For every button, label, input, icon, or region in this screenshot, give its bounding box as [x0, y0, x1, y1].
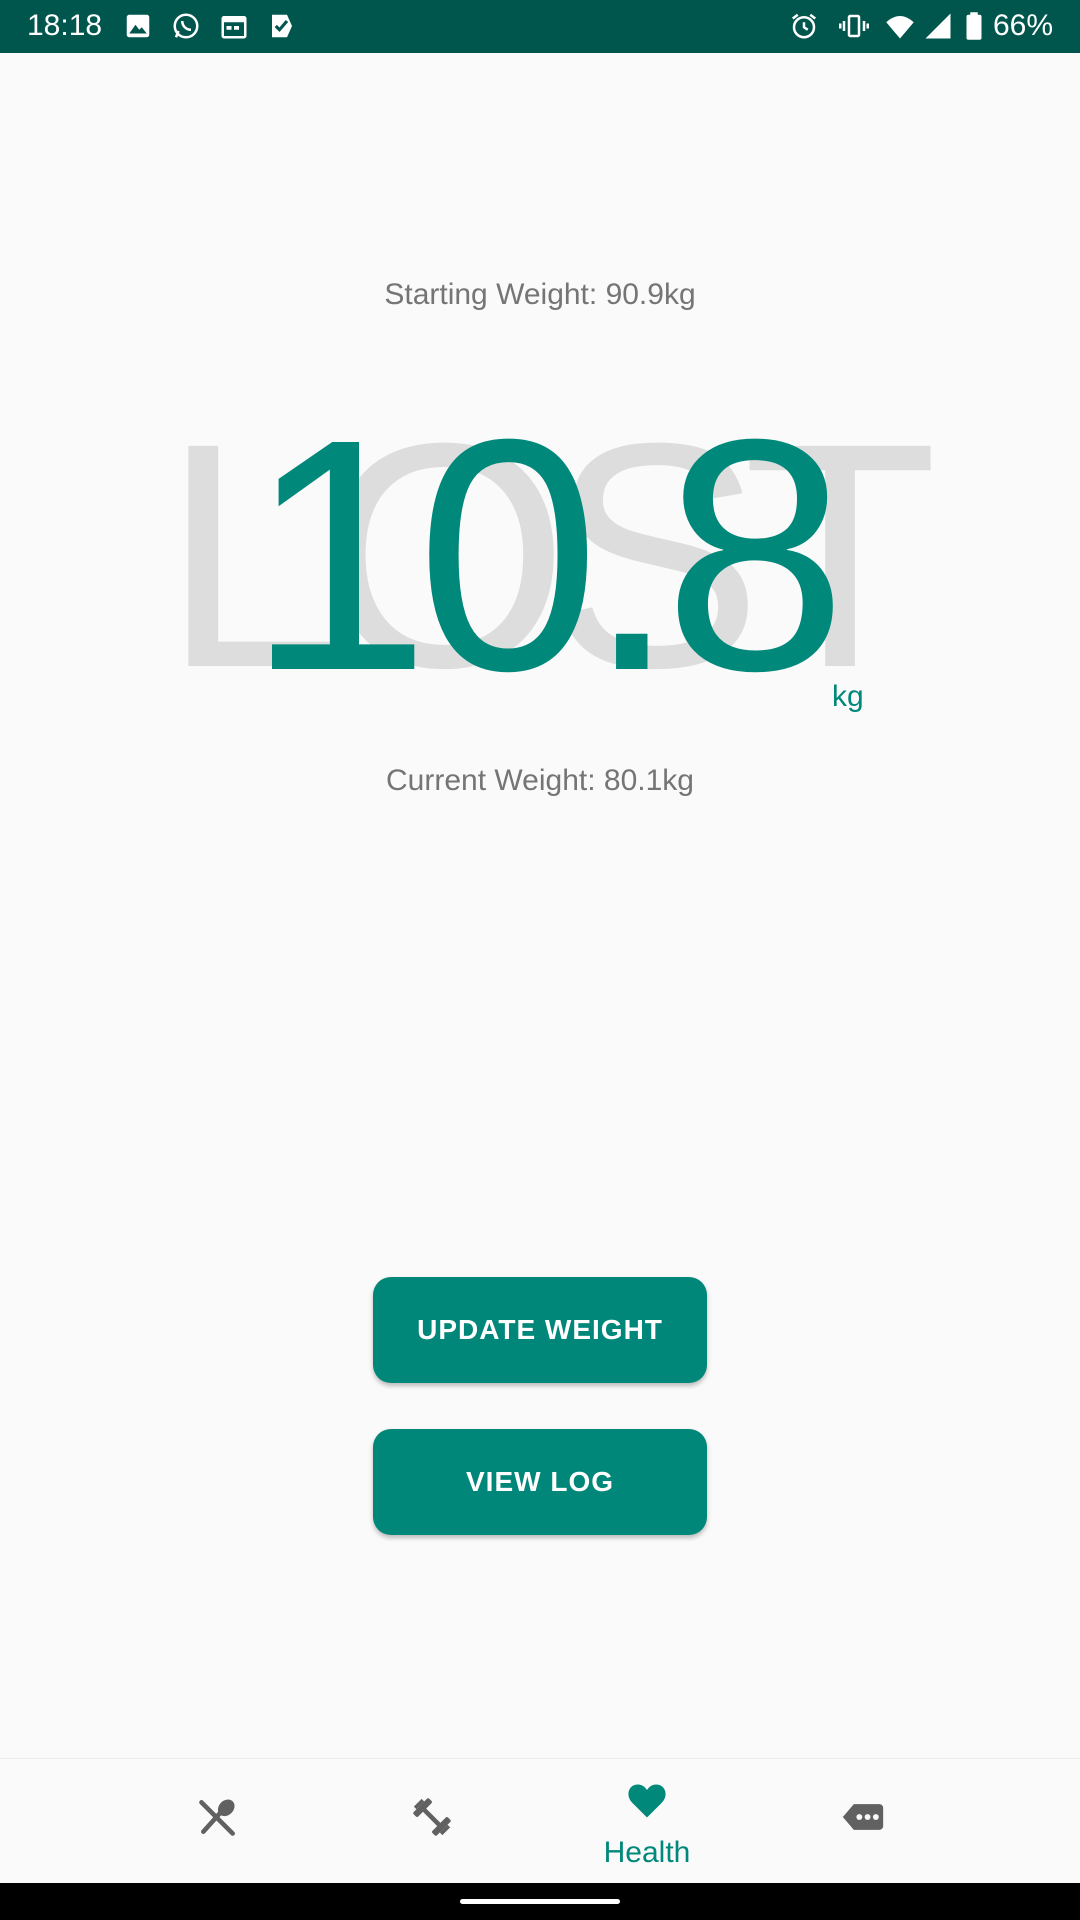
heart-icon	[628, 1784, 666, 1818]
nav-label-health: Health	[603, 1836, 691, 1869]
weight-unit: kg	[832, 680, 864, 713]
weight-lost-display: LOST 10.8 kg	[0, 370, 1080, 739]
task-icon	[272, 14, 292, 38]
view-log-button[interactable]: VIEW LOG	[373, 1429, 707, 1535]
battery-icon	[966, 12, 982, 40]
dumbbell-icon	[413, 1798, 451, 1836]
signal-icon	[925, 13, 951, 39]
home-gesture-handle[interactable]	[460, 1899, 620, 1904]
status-bar: 18:18 66%	[0, 0, 1080, 53]
bottom-navigation: Health	[0, 1758, 1080, 1884]
current-weight-label: Current Weight: 80.1kg	[386, 764, 694, 797]
alarm-icon	[792, 13, 816, 39]
battery-percent: 66%	[992, 9, 1053, 42]
update-weight-button[interactable]: UPDATE WEIGHT	[373, 1277, 707, 1383]
nav-item-exercise[interactable]	[324, 1759, 540, 1884]
wifi-icon	[886, 16, 914, 39]
nav-item-health[interactable]: Health	[539, 1759, 755, 1884]
image-icon	[126, 14, 150, 38]
nav-item-food[interactable]	[110, 1759, 326, 1884]
food-utensils-icon	[199, 1799, 235, 1836]
starting-weight-label: Starting Weight: 90.9kg	[384, 278, 696, 311]
vibrate-icon	[839, 14, 869, 38]
system-navigation-bar	[0, 1883, 1080, 1920]
calendar-icon	[221, 16, 247, 39]
nav-item-more[interactable]	[755, 1759, 971, 1884]
whatsapp-icon	[173, 13, 199, 39]
weight-lost-value: 10.8	[246, 370, 847, 739]
status-time: 18:18	[27, 9, 103, 42]
more-tag-icon	[842, 1804, 884, 1830]
